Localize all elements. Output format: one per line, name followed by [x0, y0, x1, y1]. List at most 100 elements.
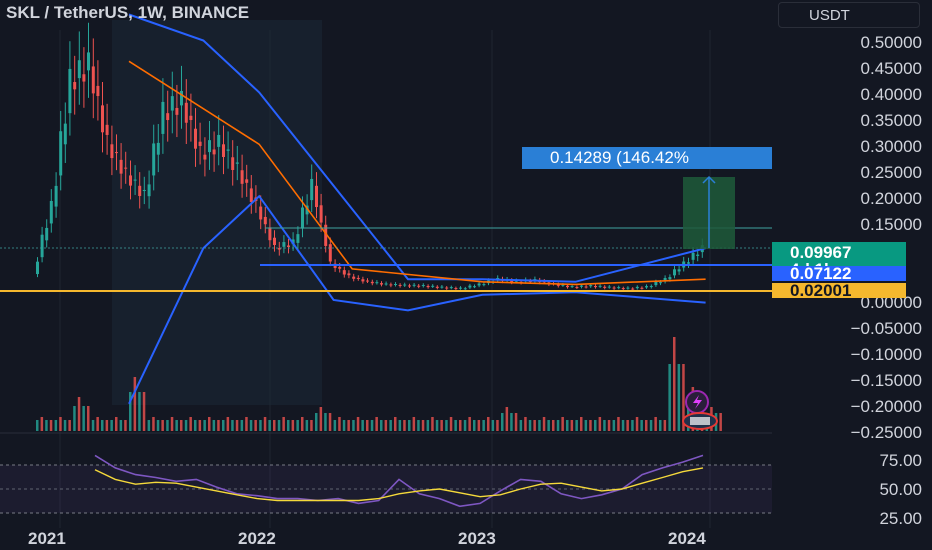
candle-body [68, 68, 72, 114]
candle-body [231, 157, 235, 170]
candle-body [189, 115, 193, 121]
volume-bar [170, 417, 174, 431]
volume-bar [194, 420, 197, 431]
volume-bar [338, 417, 341, 431]
candle-body [673, 269, 676, 276]
volume-bar [40, 417, 44, 431]
volume-bar [133, 377, 137, 431]
candle-body [580, 285, 583, 287]
candle-body [389, 284, 393, 286]
candle-body [691, 252, 695, 260]
candle-body [631, 288, 635, 290]
candle-body [621, 288, 625, 290]
volume-bar [403, 420, 406, 431]
y-tick: 0.30000 [860, 137, 922, 156]
candle-body [259, 206, 263, 220]
volume-bar [273, 420, 276, 431]
candle-body [152, 143, 156, 176]
volume-bar [505, 407, 509, 431]
candle-body [212, 149, 216, 155]
volume-bar [459, 420, 462, 431]
price-tag-breakout: 0.07122 [772, 265, 906, 282]
candle-body [375, 282, 379, 284]
volume-bar [119, 420, 123, 431]
candle-body [594, 285, 597, 288]
rsi-tick-75: 75.00 [879, 451, 922, 470]
y-tick: 0.50000 [860, 33, 922, 52]
volume-bar [524, 417, 527, 431]
candle-body [384, 283, 388, 285]
volume-bar [287, 420, 290, 431]
volume-bar [575, 420, 578, 431]
candle-body [366, 280, 369, 282]
volume-bar [166, 420, 169, 431]
volume-bar [333, 420, 337, 431]
volume-bar [49, 420, 53, 431]
candle-body [180, 90, 183, 106]
candle-body [696, 254, 700, 256]
volume-bar [626, 420, 629, 431]
y-tick: −0.10000 [850, 345, 922, 364]
volume-bar [649, 420, 653, 431]
volume-bar [73, 406, 76, 431]
volume-bar [342, 420, 346, 431]
candle-body [315, 185, 318, 208]
candle-body [445, 287, 449, 289]
y-tick: 0.25000 [860, 163, 922, 182]
candle-body [235, 162, 239, 164]
volume-bar [542, 417, 546, 431]
volume-bar [547, 420, 550, 431]
y-tick: −0.25000 [850, 423, 922, 442]
candle-body [677, 269, 681, 272]
volume-bar [212, 420, 216, 431]
candle-body [310, 178, 314, 201]
candle-body [138, 185, 142, 196]
volume-bar [175, 420, 178, 431]
candle-body [133, 179, 137, 181]
volume-bar [101, 420, 104, 431]
candle-body [459, 287, 462, 289]
candle-body [156, 142, 160, 155]
volume-bar [594, 420, 597, 431]
candle-body [352, 276, 356, 279]
volume-bar [198, 420, 202, 431]
candle-body [626, 287, 630, 289]
volume-bar [124, 420, 127, 431]
candle-body [328, 244, 332, 262]
candle-body [612, 287, 616, 289]
volume-bar [54, 420, 58, 431]
volume-bar [566, 420, 569, 431]
volume-bar [561, 417, 564, 431]
volume-bar [96, 417, 99, 431]
flag-icon-stripes [690, 417, 710, 425]
candle-body [217, 134, 221, 147]
volume-bar [291, 420, 295, 431]
volume-bar [454, 420, 457, 431]
volume-bar [473, 420, 476, 431]
y-tick: 0.20000 [860, 189, 922, 208]
candle-body [398, 284, 402, 286]
candle-body [240, 170, 244, 184]
currency-button[interactable]: USDT [778, 2, 920, 28]
volume-bar [110, 420, 113, 431]
candle-body [408, 285, 411, 287]
candle-body [222, 144, 225, 158]
chart-title: SKL / TetherUS, 1W, BINANCE [6, 3, 250, 22]
candle-body [570, 286, 574, 288]
volume-bar [366, 420, 369, 431]
volume-bar [440, 420, 443, 431]
candle-body [654, 281, 658, 286]
volume-bar [259, 420, 262, 431]
volume-bar [263, 417, 267, 431]
volume-bar [328, 413, 332, 431]
candle-body [482, 284, 486, 286]
volume-bar [612, 420, 616, 431]
candle-body [170, 96, 174, 111]
volume-bar [161, 420, 164, 431]
volume-bar [435, 420, 439, 431]
candle-body [73, 82, 77, 90]
volume-bar [556, 420, 560, 431]
volume-bar [87, 406, 90, 431]
volume-bar [673, 337, 676, 431]
volume-bar [552, 420, 555, 431]
